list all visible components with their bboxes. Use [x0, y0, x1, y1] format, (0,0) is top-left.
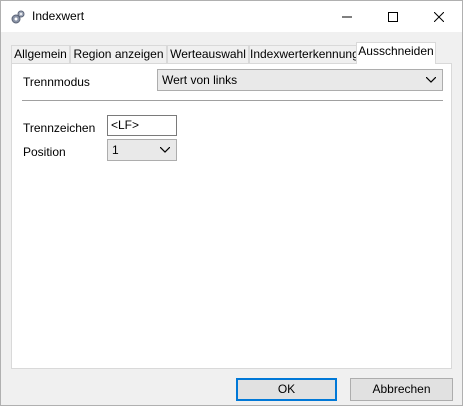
dialog-window: Indexwert Allgemein Region anzeigen Wert… [0, 0, 463, 406]
trennzeichen-field[interactable]: <LF> [107, 115, 177, 136]
maximize-button[interactable] [370, 1, 416, 32]
chevron-down-icon [160, 147, 170, 153]
separator [22, 100, 443, 102]
trennzeichen-label: Trennzeichen [23, 121, 96, 135]
position-select[interactable]: 1 [107, 139, 177, 161]
close-button[interactable] [416, 1, 462, 32]
maximize-icon [388, 11, 398, 22]
tab-allgemein[interactable]: Allgemein [11, 45, 70, 64]
chevron-down-icon [426, 77, 436, 83]
ok-button[interactable]: OK [236, 378, 337, 401]
tab-werteauswahl[interactable]: Werteauswahl [167, 45, 249, 64]
position-label: Position [23, 145, 66, 159]
tab-panel-ausschneiden: Trennmodus Wert von links Trennzeichen <… [11, 63, 452, 369]
title-bar[interactable]: Indexwert [1, 1, 462, 32]
gears-icon [10, 9, 26, 25]
trennmodus-value: Wert von links [162, 73, 238, 87]
trennmodus-select[interactable]: Wert von links [157, 69, 443, 91]
window-title: Indexwert [32, 9, 85, 23]
tab-region-anzeigen[interactable]: Region anzeigen [70, 45, 167, 64]
close-icon [434, 11, 444, 22]
minimize-icon [342, 16, 352, 17]
cancel-button[interactable]: Abbrechen [350, 378, 453, 401]
minimize-button[interactable] [324, 1, 370, 32]
tab-indexwerterkennung[interactable]: Indexwerterkennung [249, 45, 359, 64]
position-value: 1 [112, 143, 119, 157]
trennmodus-label: Trennmodus [23, 75, 90, 89]
tab-ausschneiden[interactable]: Ausschneiden [356, 42, 436, 64]
